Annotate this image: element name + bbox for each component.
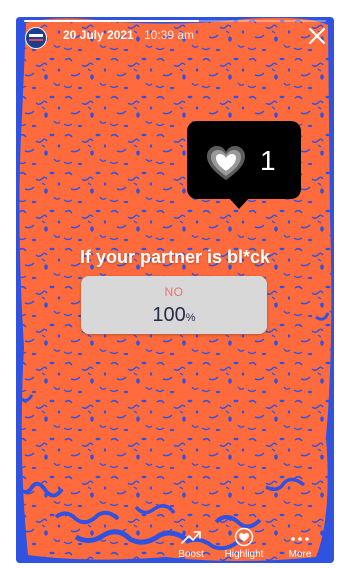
- poll-result-unit: %: [185, 312, 196, 324]
- avatar-logo-stripe: [29, 39, 43, 41]
- trending-up-icon: [181, 531, 201, 544]
- heart-icon: [207, 146, 245, 180]
- story-viewer: 20 July 2021 10:39 am 1 If your partner …: [16, 17, 334, 563]
- story-progress-fill: [24, 20, 200, 22]
- story-time: 10:39 am: [144, 28, 195, 42]
- avatar-logo-band: [29, 34, 43, 37]
- more-label: More: [288, 549, 312, 560]
- more-dots-icon: [291, 537, 309, 541]
- like-bubble-tail: [228, 197, 250, 209]
- poll-card[interactable]: NO 100%: [81, 276, 267, 334]
- more-button[interactable]: More: [284, 527, 316, 561]
- highlight-heart-icon: [234, 527, 254, 547]
- close-icon[interactable]: [307, 26, 327, 46]
- poll-option-label: NO: [164, 285, 184, 299]
- avatar[interactable]: [25, 27, 47, 49]
- boost-label: Boost: [178, 549, 204, 560]
- highlight-label: Highlight: [224, 549, 264, 560]
- poll-question: If your partner is bl*ck: [79, 247, 271, 267]
- boost-button[interactable]: Boost: [172, 527, 210, 561]
- highlight-button[interactable]: Highlight: [220, 527, 268, 561]
- like-count: 1: [260, 145, 276, 176]
- poll-result-value: 100: [152, 304, 186, 326]
- story-progress-bar: [24, 20, 326, 22]
- story-date: 20 July 2021: [63, 28, 134, 42]
- poll-result: 100%: [81, 304, 267, 329]
